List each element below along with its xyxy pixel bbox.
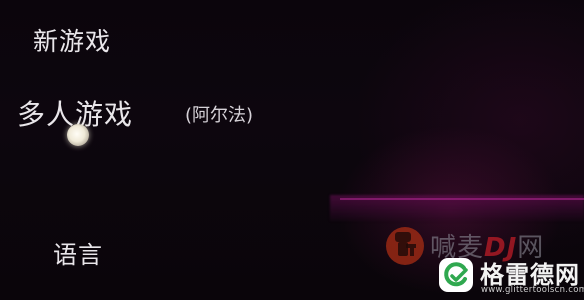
cursor-pointer (67, 124, 89, 146)
multiplayer-alpha-tag: (阿尔法) (185, 105, 254, 126)
watermark-b: 格雷德网 www.glittertoolscn.com (434, 254, 584, 300)
watermark-b-url: www.glittertoolscn.com (481, 285, 584, 295)
g-check-logo-icon (439, 258, 473, 292)
menu-item-language[interactable]: 语言 (53, 235, 103, 270)
background-shelf-edge (340, 198, 584, 200)
watermark-a-logo-icon (386, 227, 424, 265)
menu-item-new-game[interactable]: 新游戏 (33, 22, 111, 58)
